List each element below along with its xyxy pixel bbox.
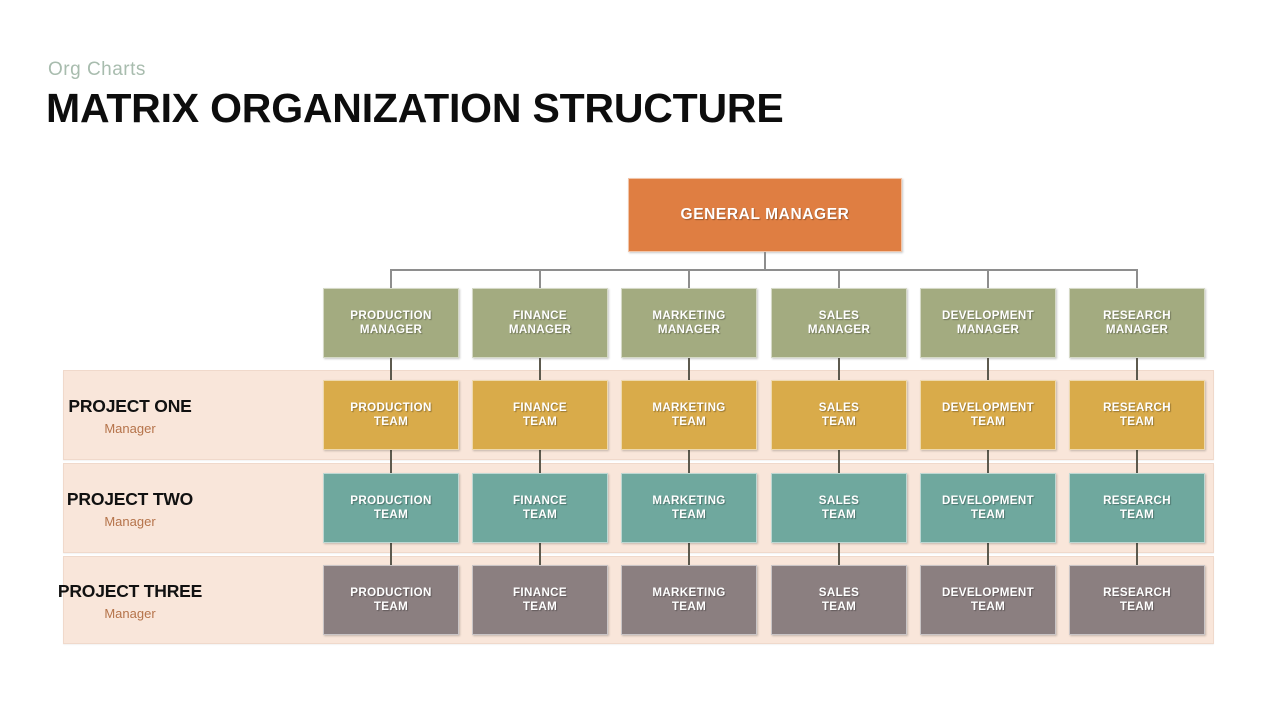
node-team-sales-row1[interactable]: SALES TEAM bbox=[771, 380, 907, 450]
slide-canvas: Org Charts MATRIX ORGANIZATION STRUCTURE… bbox=[0, 0, 1280, 720]
node-label: FINANCE TEAM bbox=[513, 401, 567, 428]
node-manager-production[interactable]: PRODUCTION MANAGER bbox=[323, 288, 459, 358]
connector-horizontal-bus bbox=[390, 269, 1138, 271]
connector-vertical bbox=[539, 358, 541, 380]
connector-drop bbox=[838, 269, 840, 288]
connector-vertical bbox=[838, 543, 840, 565]
node-label: DEVELOPMENT TEAM bbox=[941, 494, 1035, 521]
node-label: FINANCE TEAM bbox=[513, 586, 567, 613]
connector-drop bbox=[390, 269, 392, 288]
node-manager-sales[interactable]: SALES MANAGER bbox=[771, 288, 907, 358]
connector-vertical bbox=[390, 358, 392, 380]
project-role: Manager bbox=[104, 514, 156, 529]
node-label: RESEARCH TEAM bbox=[1103, 586, 1171, 613]
project-name: PROJECT THREE bbox=[57, 581, 203, 601]
connector-vertical bbox=[539, 450, 541, 473]
node-team-finance-row2[interactable]: FINANCE TEAM bbox=[472, 473, 608, 543]
node-label: DEVELOPMENT TEAM bbox=[941, 401, 1035, 428]
connector-drop bbox=[1136, 269, 1138, 288]
project-label-one: PROJECT ONE Manager bbox=[0, 396, 260, 436]
node-label: PRODUCTION TEAM bbox=[350, 494, 432, 521]
connector-vertical bbox=[1136, 358, 1138, 380]
page-title: MATRIX ORGANIZATION STRUCTURE bbox=[46, 85, 784, 131]
node-team-research-row3[interactable]: RESEARCH TEAM bbox=[1069, 565, 1205, 635]
node-label: RESEARCH MANAGER bbox=[1103, 309, 1171, 336]
node-team-production-row3[interactable]: PRODUCTION TEAM bbox=[323, 565, 459, 635]
node-general-manager[interactable]: GENERAL MANAGER bbox=[628, 178, 902, 252]
node-label: SALES MANAGER bbox=[807, 309, 871, 336]
node-manager-development[interactable]: DEVELOPMENT MANAGER bbox=[920, 288, 1056, 358]
connector-drop bbox=[539, 269, 541, 288]
node-label: PRODUCTION TEAM bbox=[350, 401, 432, 428]
node-team-marketing-row1[interactable]: MARKETING TEAM bbox=[621, 380, 757, 450]
node-team-sales-row2[interactable]: SALES TEAM bbox=[771, 473, 907, 543]
connector-vertical bbox=[390, 450, 392, 473]
connector-vertical bbox=[539, 543, 541, 565]
connector-vertical bbox=[838, 450, 840, 473]
node-label: SALES TEAM bbox=[818, 586, 860, 613]
connector-vertical bbox=[390, 543, 392, 565]
project-label-two: PROJECT TWO Manager bbox=[0, 489, 260, 529]
project-role: Manager bbox=[104, 606, 156, 621]
project-name: PROJECT TWO bbox=[66, 489, 194, 509]
node-team-finance-row1[interactable]: FINANCE TEAM bbox=[472, 380, 608, 450]
project-role: Manager bbox=[104, 421, 156, 436]
node-label: MARKETING TEAM bbox=[652, 494, 726, 521]
node-label: MARKETING TEAM bbox=[652, 401, 726, 428]
node-team-marketing-row2[interactable]: MARKETING TEAM bbox=[621, 473, 757, 543]
node-manager-finance[interactable]: FINANCE MANAGER bbox=[472, 288, 608, 358]
node-manager-research[interactable]: RESEARCH MANAGER bbox=[1069, 288, 1205, 358]
connector-vertical bbox=[838, 358, 840, 380]
connector-vertical bbox=[987, 450, 989, 473]
node-label: SALES TEAM bbox=[818, 494, 860, 521]
node-label: MARKETING MANAGER bbox=[652, 309, 726, 336]
node-label: GENERAL MANAGER bbox=[680, 205, 850, 223]
connector-root-stem bbox=[764, 252, 766, 270]
node-label: PRODUCTION TEAM bbox=[350, 586, 432, 613]
node-team-research-row1[interactable]: RESEARCH TEAM bbox=[1069, 380, 1205, 450]
connector-vertical bbox=[987, 358, 989, 380]
connector-vertical bbox=[688, 450, 690, 473]
node-label: MARKETING TEAM bbox=[652, 586, 726, 613]
node-team-research-row2[interactable]: RESEARCH TEAM bbox=[1069, 473, 1205, 543]
project-label-three: PROJECT THREE Manager bbox=[0, 581, 260, 621]
connector-drop bbox=[688, 269, 690, 288]
node-team-marketing-row3[interactable]: MARKETING TEAM bbox=[621, 565, 757, 635]
node-team-development-row2[interactable]: DEVELOPMENT TEAM bbox=[920, 473, 1056, 543]
node-team-production-row2[interactable]: PRODUCTION TEAM bbox=[323, 473, 459, 543]
slide-eyebrow: Org Charts bbox=[48, 59, 146, 80]
node-team-sales-row3[interactable]: SALES TEAM bbox=[771, 565, 907, 635]
node-label: PRODUCTION MANAGER bbox=[350, 309, 432, 336]
connector-vertical bbox=[1136, 543, 1138, 565]
node-label: DEVELOPMENT MANAGER bbox=[941, 309, 1035, 336]
node-team-development-row3[interactable]: DEVELOPMENT TEAM bbox=[920, 565, 1056, 635]
connector-vertical bbox=[688, 358, 690, 380]
node-label: FINANCE MANAGER bbox=[508, 309, 572, 336]
connector-vertical bbox=[688, 543, 690, 565]
node-manager-marketing[interactable]: MARKETING MANAGER bbox=[621, 288, 757, 358]
connector-drop bbox=[987, 269, 989, 288]
node-team-production-row1[interactable]: PRODUCTION TEAM bbox=[323, 380, 459, 450]
node-label: FINANCE TEAM bbox=[513, 494, 567, 521]
project-name: PROJECT ONE bbox=[68, 396, 192, 416]
connector-vertical bbox=[1136, 450, 1138, 473]
node-label: SALES TEAM bbox=[818, 401, 860, 428]
connector-vertical bbox=[987, 543, 989, 565]
node-label: RESEARCH TEAM bbox=[1103, 494, 1171, 521]
node-team-development-row1[interactable]: DEVELOPMENT TEAM bbox=[920, 380, 1056, 450]
node-label: DEVELOPMENT TEAM bbox=[941, 586, 1035, 613]
node-team-finance-row3[interactable]: FINANCE TEAM bbox=[472, 565, 608, 635]
node-label: RESEARCH TEAM bbox=[1103, 401, 1171, 428]
